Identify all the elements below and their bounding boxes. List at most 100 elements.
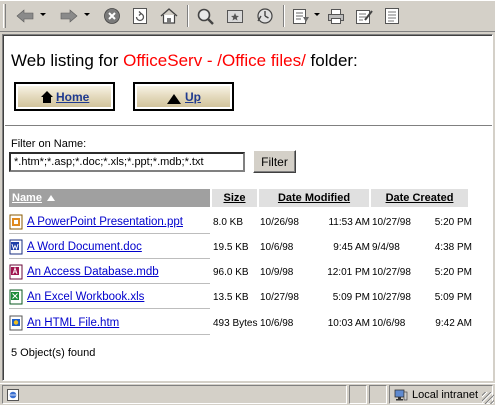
- edit-button[interactable]: [352, 5, 376, 27]
- date-modified: 10/6/98 9:45 AM: [260, 235, 370, 259]
- column-header-name[interactable]: Name: [9, 189, 210, 207]
- back-button[interactable]: [12, 5, 38, 27]
- up-link-button[interactable]: Up: [133, 82, 234, 111]
- file-name-cell: An HTML File.htm: [9, 311, 210, 335]
- date-created-date: 10/27/98: [372, 266, 411, 278]
- history-icon: [257, 8, 273, 24]
- column-header-date-modified[interactable]: Date Modified: [259, 189, 369, 207]
- print-button[interactable]: [324, 5, 348, 27]
- date-modified-date: 10/26/98: [260, 216, 299, 228]
- date-modified-time: 11:53 AM: [328, 216, 370, 228]
- word-file-icon: [9, 239, 23, 254]
- home-button[interactable]: [156, 5, 182, 27]
- toolbar-grip[interactable]: [3, 4, 6, 28]
- date-modified: 10/26/98 11:53 AM: [260, 210, 370, 234]
- intranet-zone-icon: [394, 389, 408, 400]
- history-button[interactable]: [252, 5, 278, 27]
- table-row: A Word Document.doc 19.5 KB 10/6/98 9:45 …: [3, 235, 492, 259]
- file-size: 8.0 KB: [213, 216, 244, 228]
- favorites-icon: [227, 10, 243, 23]
- date-modified-date: 10/6/98: [260, 241, 294, 253]
- forward-icon: [60, 9, 78, 23]
- table-row: An Access Database.mdb 96.0 KB 10/9/98 12…: [3, 260, 492, 284]
- file-size: 19.5 KB: [213, 241, 249, 253]
- file-name-cell: An Access Database.mdb: [9, 260, 210, 284]
- filter-input[interactable]: [9, 152, 245, 172]
- file-name-cell: An Excel Workbook.xls: [9, 285, 210, 309]
- file-link[interactable]: An Excel Workbook.xls: [27, 291, 144, 303]
- print-icon: [328, 9, 344, 24]
- date-created-time: 9:42 AM: [435, 317, 472, 329]
- file-size: 96.0 KB: [213, 266, 249, 278]
- file-link[interactable]: A Word Document.doc: [27, 241, 142, 253]
- date-modified-time: 5:09 PM: [332, 291, 370, 303]
- refresh-button[interactable]: [128, 5, 152, 27]
- discuss-button[interactable]: [380, 5, 404, 27]
- date-created-time: 5:09 PM: [434, 291, 472, 303]
- column-header-date-created[interactable]: Date Created: [371, 189, 468, 207]
- folder-location: OfficeServ - /Office files/: [123, 51, 306, 70]
- date-created-date: 10/6/98: [372, 317, 406, 329]
- back-dropdown-icon[interactable]: [40, 13, 46, 16]
- home-icon: [41, 91, 53, 103]
- html-file-icon: [9, 315, 23, 330]
- date-created-time: 4:38 PM: [434, 241, 472, 253]
- mail-dropdown-icon[interactable]: [314, 13, 320, 16]
- file-name-cell: A PowerPoint Presentation.ppt: [9, 210, 210, 234]
- date-modified-date: 10/6/98: [260, 317, 294, 329]
- web-page-content: Web listing for OfficeServ - /Office fil…: [2, 34, 493, 381]
- toolbar-separator: [187, 5, 189, 27]
- file-link[interactable]: An HTML File.htm: [27, 317, 119, 329]
- date-created-date: 9/4/98: [372, 241, 400, 253]
- back-icon: [16, 9, 34, 23]
- status-pane: [369, 385, 387, 404]
- heading-suffix: folder:: [310, 51, 358, 70]
- file-size: 13.5 KB: [213, 291, 249, 303]
- mail-icon: [293, 9, 309, 24]
- discuss-icon: [385, 8, 399, 24]
- date-modified-time: 9:45 AM: [333, 241, 370, 253]
- up-arrow-icon: [167, 94, 181, 104]
- file-link[interactable]: An Access Database.mdb: [27, 266, 159, 278]
- favorites-button[interactable]: [222, 5, 248, 27]
- forward-dropdown-icon[interactable]: [84, 13, 90, 16]
- powerpoint-file-icon: [9, 214, 23, 229]
- filter-button[interactable]: Filter: [253, 150, 296, 173]
- horizontal-rule: [5, 125, 492, 127]
- browser-toolbar: [0, 0, 495, 32]
- stop-button[interactable]: [100, 5, 124, 27]
- date-created: 10/27/98 5:20 PM: [372, 260, 472, 284]
- date-modified: 10/27/98 5:09 PM: [260, 285, 370, 309]
- file-name-cell: A Word Document.doc: [9, 235, 210, 259]
- page-heading: Web listing for OfficeServ - /Office fil…: [11, 51, 358, 71]
- search-button[interactable]: [193, 5, 219, 27]
- date-created-time: 5:20 PM: [434, 266, 472, 278]
- status-text-pane: [2, 385, 347, 404]
- date-modified-time: 10:03 AM: [327, 317, 370, 329]
- column-header-name-label[interactable]: Name: [12, 192, 42, 204]
- object-count: 5 Object(s) found: [11, 347, 96, 359]
- date-modified: 10/9/98 12:01 PM: [260, 260, 370, 284]
- date-created-time: 5:20 PM: [434, 216, 472, 228]
- date-modified: 10/6/98 10:03 AM: [260, 311, 370, 335]
- column-header-size[interactable]: Size: [212, 189, 257, 207]
- home-link-label[interactable]: Home: [56, 90, 89, 104]
- date-created: 10/6/98 9:42 AM: [372, 311, 472, 335]
- refresh-icon: [133, 8, 147, 24]
- toolbar-separator: [283, 5, 285, 27]
- table-row: An HTML File.htm 493 Bytes 10/6/98 10:03 …: [3, 311, 492, 335]
- home-link-button[interactable]: Home: [14, 82, 115, 111]
- heading-prefix: Web listing for: [11, 51, 119, 70]
- forward-button[interactable]: [56, 5, 82, 27]
- filter-label: Filter on Name:: [11, 138, 87, 150]
- file-link[interactable]: A PowerPoint Presentation.ppt: [27, 216, 183, 228]
- home-icon: [160, 8, 178, 24]
- status-bar: Local intranet: [0, 383, 495, 405]
- up-link-label[interactable]: Up: [185, 90, 201, 104]
- file-size: 493 Bytes: [213, 317, 258, 329]
- date-created: 10/27/98 5:09 PM: [372, 285, 472, 309]
- date-modified-date: 10/9/98: [260, 266, 294, 278]
- resize-grip-icon[interactable]: [482, 392, 494, 404]
- mail-button[interactable]: [289, 5, 313, 27]
- date-created: 9/4/98 4:38 PM: [372, 235, 472, 259]
